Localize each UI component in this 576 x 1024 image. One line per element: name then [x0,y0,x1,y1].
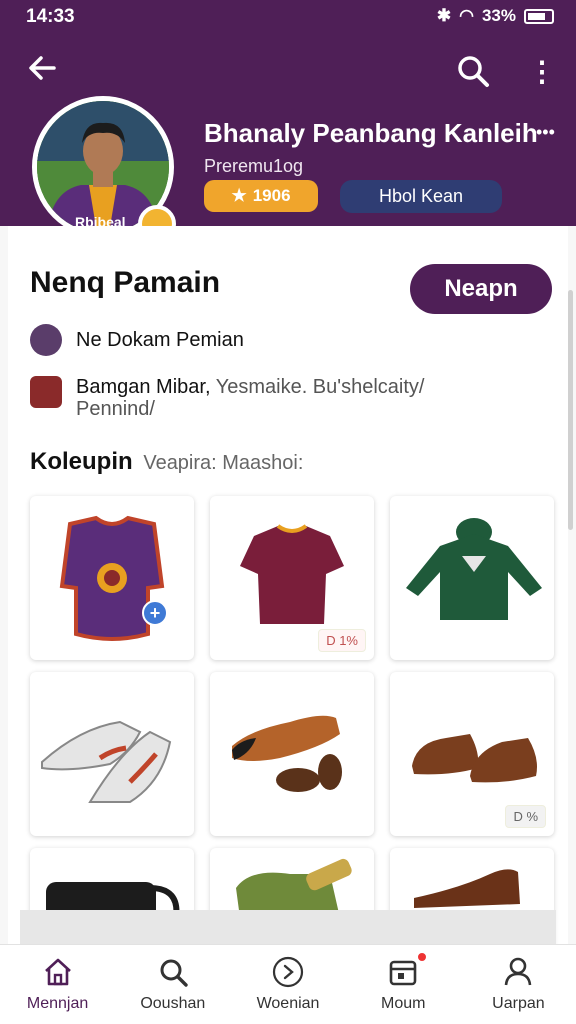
item-price-tag-2: D % [505,805,546,828]
battery-icon [524,8,554,24]
section-title: Nenq Pamain [30,266,221,299]
collection-heading: Koleupin Veapira: Maashoi: [30,448,303,476]
item-tile-purple-club-jersey[interactable]: + [30,496,194,660]
content-card: Nenq Pamain Neapn Ne Dokam Pemian Bamgan… [8,226,568,1012]
grid-fade-strip [20,910,556,944]
nav-label-search: Ooushan [140,995,206,1012]
item-tile-maroon-jersey[interactable]: D 1% [210,496,374,660]
status-time: 14:33 [26,6,75,27]
search-icon [160,959,188,987]
status-bar: 14:33 ✱ ◠ 33% [0,0,576,34]
status-icons: ✱ ◠ 33% [437,6,554,26]
nav-label-inbox: Moum [380,995,426,1012]
nav-label-home: Mennjan [26,995,89,1012]
club-crest-icon [30,376,62,408]
info-row-player-text: Ne Dokam Pemian [76,328,244,351]
nav-label-explore: Woenian [256,995,320,1012]
item-price-tag: D 1% [318,629,366,652]
compass-icon [272,956,304,988]
nav-item-profile[interactable]: Uarpan [461,945,576,1024]
football-boots-image [41,720,172,803]
name-overflow-dots: ••• [536,122,555,142]
wifi-icon: ◠ [459,6,474,25]
app-root: 14:33 ✱ ◠ 33% ⋮ Rbibeal Bhanaly Peanbang… [0,0,576,1024]
back-arrow-icon[interactable] [26,52,62,88]
profile-subtitle: Preremu1og [204,156,304,176]
inbox-icon [389,960,417,986]
item-tile-football-boots[interactable] [30,672,194,836]
brown-shoes-image [232,715,342,792]
notification-dot [415,951,428,963]
nav-item-inbox[interactable]: Moum [346,945,461,1024]
battery-percent: 33% [481,6,516,25]
more-vert-icon[interactable]: ⋮ [528,54,556,90]
profile-name: Bhanaly Peanbang Kanleih [204,118,538,148]
section-action-button[interactable]: Neapn [410,264,552,314]
scrollbar[interactable] [568,290,573,530]
bluetooth-icon: ✱ [436,6,452,25]
info-row-player: Ne Dokam Pemian [30,324,244,356]
star-icon: ★ [231,186,247,205]
add-plus-icon[interactable]: + [142,600,168,626]
home-icon [44,958,71,986]
bottom-nav: Mennjan Ooushan Woenian Moum Uarpan [0,944,576,1024]
info-row-club-text: Bamgan Mibar, Yesmaike. Bu'shelcaity/ Pe… [76,376,516,420]
nav-label-profile: Uarpan [492,995,545,1012]
rating-badge: ★ 1906 [204,180,318,212]
item-tile-brown-leather-shoes[interactable]: D % [390,672,554,836]
club-detail: Yesmaike. Bu'shelcaity/ [215,376,425,398]
purple-jersey-image [59,515,165,641]
collection-grid: + D 1% D % [30,496,556,1012]
collection-subtitle: Veapira: Maashoi: [143,452,304,474]
player-icon [30,324,62,356]
nav-item-home[interactable]: Mennjan [0,945,115,1024]
nav-item-search[interactable]: Ooushan [115,945,230,1024]
follow-button[interactable]: Hbol Kean [340,180,502,213]
rating-value: 1906 [252,186,291,205]
club-name: Bamgan Mibar, [76,376,211,398]
item-tile-brown-black-shoes[interactable] [210,672,374,836]
profile-header: 14:33 ✱ ◠ 33% ⋮ Rbibeal Bhanaly Peanbang… [0,0,576,243]
profile-icon [505,957,532,986]
search-icon[interactable] [456,54,492,90]
collection-title: Koleupin [30,448,133,475]
item-tile-green-hoodie[interactable] [390,496,554,660]
green-hoodie-image [406,518,542,620]
nav-item-explore[interactable]: Woenian [230,945,345,1024]
club-detail-line2: Pennind/ [76,398,155,420]
info-row-club: Bamgan Mibar, Yesmaike. Bu'shelcaity/ Pe… [30,376,516,420]
